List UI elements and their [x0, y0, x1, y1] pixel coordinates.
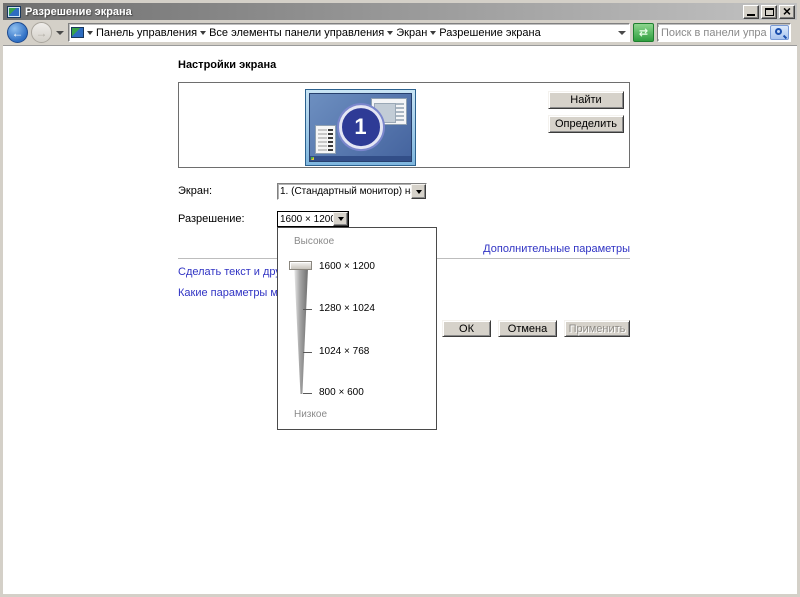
refresh-button[interactable] — [633, 23, 654, 42]
breadcrumb-display[interactable]: Экран — [396, 27, 427, 39]
monitor-preview-area: 1 Найти Определить — [178, 82, 630, 168]
low-range-label: Низкое — [294, 409, 328, 420]
resolution-combobox-arrow[interactable] — [333, 212, 348, 226]
breadcrumb-separator-icon[interactable] — [387, 30, 394, 35]
advanced-settings-link[interactable]: Дополнительные параметры — [483, 243, 630, 255]
tick-mark — [303, 352, 312, 353]
resolution-option-800x600: 800 × 600 — [319, 387, 364, 398]
display-app-icon — [7, 5, 21, 18]
maximize-button[interactable] — [761, 4, 777, 19]
resolution-option-1600x1200: 1600 × 1200 — [319, 261, 375, 272]
navigation-toolbar: Панель управления Все элементы панели уп… — [3, 20, 797, 46]
location-monitor-icon — [71, 27, 84, 38]
resolution-slider-thumb[interactable] — [289, 261, 312, 270]
preview-taskbar — [310, 156, 411, 161]
screen-combobox[interactable]: 1. (Стандартный монитор) на — [277, 183, 427, 200]
resolution-combobox-value: 1600 × 1200 — [280, 213, 333, 225]
chevron-down-icon — [415, 189, 422, 194]
search-button[interactable] — [770, 25, 789, 40]
detect-button[interactable]: Найти — [548, 91, 624, 109]
breadcrumb-separator-icon[interactable] — [200, 30, 207, 35]
preview-window-bottom-left-icon — [315, 125, 336, 154]
screen-resolution-window: Разрешение экрана Панель управления Все … — [0, 0, 800, 597]
breadcrumb-screen-resolution[interactable]: Разрешение экрана — [439, 27, 540, 39]
main-content: Настройки экрана 1 Найти Определить Экра… — [3, 46, 797, 594]
maximize-icon — [764, 7, 774, 16]
back-button[interactable] — [7, 22, 28, 43]
forward-button[interactable] — [31, 22, 52, 43]
title-bar: Разрешение экрана — [3, 3, 797, 20]
monitor-preview[interactable]: 1 — [305, 89, 416, 166]
screen-combobox-arrow[interactable] — [411, 184, 426, 199]
monitor-number-badge: 1 — [338, 104, 383, 149]
chevron-down-icon — [337, 217, 344, 221]
breadcrumb-separator-icon[interactable] — [430, 30, 437, 35]
identify-button[interactable]: Определить — [548, 115, 624, 133]
resolution-slider-track[interactable] — [294, 263, 308, 394]
preview-start-button-icon — [311, 157, 314, 160]
breadcrumb-dropdown-icon[interactable] — [87, 30, 93, 35]
screen-combobox-value: 1. (Стандартный монитор) на — [280, 186, 411, 197]
resolution-combobox[interactable]: 1600 × 1200 — [277, 211, 349, 227]
close-button[interactable] — [779, 3, 795, 19]
minimize-button[interactable] — [743, 4, 759, 19]
monitor-number: 1 — [354, 113, 367, 139]
resolution-label: Разрешение: — [178, 213, 245, 225]
resolution-dropdown-panel: Высокое 1600 × 1200 1280 × 1024 1024 × 7… — [277, 227, 437, 430]
high-range-label: Высокое — [294, 236, 335, 247]
resolution-option-1280x1024: 1280 × 1024 — [319, 303, 375, 314]
search-box — [657, 23, 791, 42]
tick-mark — [303, 393, 312, 394]
recent-pages-chevron-icon[interactable] — [56, 30, 64, 35]
breadcrumb-all-items[interactable]: Все элементы панели управления — [209, 27, 384, 39]
page-title: Настройки экрана — [178, 59, 277, 71]
tick-mark — [303, 309, 312, 310]
address-bar[interactable]: Панель управления Все элементы панели уп… — [68, 23, 630, 42]
window-title: Разрешение экрана — [25, 5, 132, 18]
cancel-button[interactable]: Отмена — [498, 320, 557, 337]
apply-button-disabled[interactable]: Применить — [564, 320, 630, 337]
breadcrumb-control-panel[interactable]: Панель управления — [96, 27, 197, 39]
monitor-screen-graphic: 1 — [309, 93, 412, 162]
ok-button[interactable]: ОК — [442, 320, 491, 337]
screen-label: Экран: — [178, 185, 213, 197]
magnifier-icon — [775, 28, 782, 35]
minimize-icon — [747, 13, 755, 16]
resolution-option-1024x768: 1024 × 768 — [319, 346, 370, 357]
close-icon — [780, 3, 794, 19]
address-dropdown-icon[interactable] — [618, 30, 626, 35]
search-input[interactable] — [658, 26, 770, 39]
